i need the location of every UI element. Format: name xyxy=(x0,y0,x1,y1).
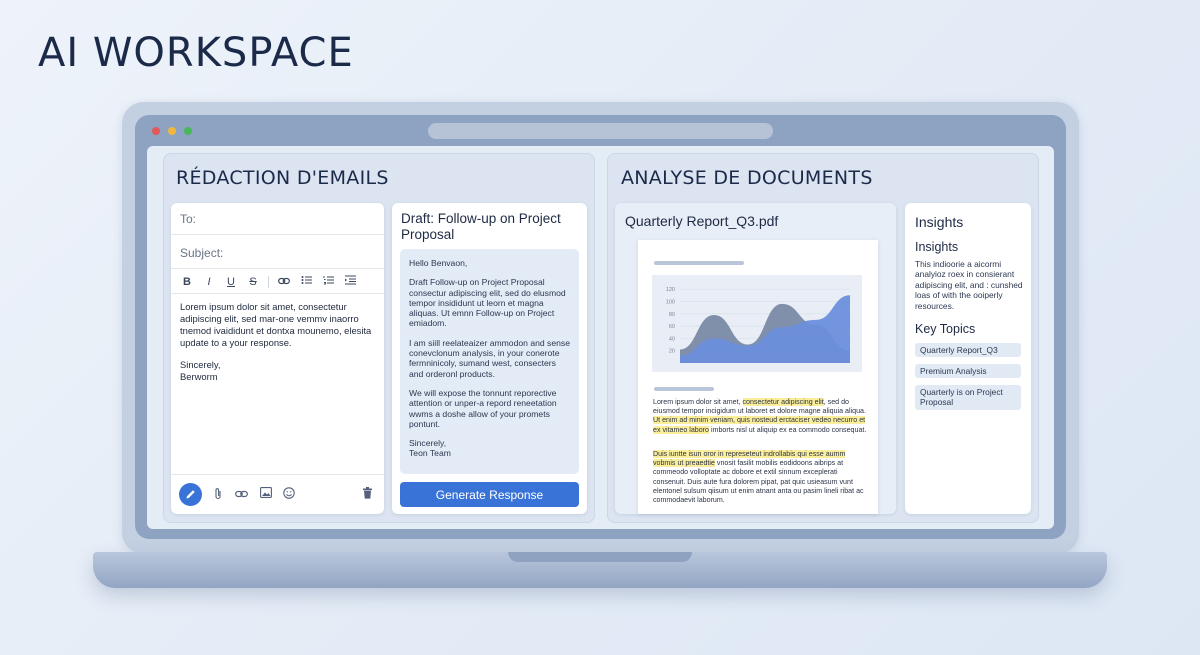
draft-title: Draft: Follow-up on Project Proposal xyxy=(401,211,561,242)
topic-chip[interactable]: Quarterly is on Project Proposal xyxy=(915,385,1021,410)
generate-response-button[interactable]: Generate Response xyxy=(400,482,579,507)
email-body-text: Lorem ipsum dolor sit amet, consectetur … xyxy=(180,301,372,348)
document-panel-title: ANALYSE DE DOCUMENTS xyxy=(621,167,873,189)
to-label: To: xyxy=(180,212,197,226)
document-file-name[interactable]: Quarterly Report_Q3.pdf xyxy=(625,213,778,229)
indent-icon[interactable] xyxy=(343,275,357,288)
area-chart: 120 100 80 60 40 20 xyxy=(666,287,850,363)
insights-card: Insights Insights This indioorie a aicor… xyxy=(905,203,1031,514)
subject-field[interactable]: Subject: xyxy=(171,237,384,269)
draft-paragraph-3: We will expose the tonnunt reporective a… xyxy=(409,387,557,429)
draft-greeting: Hello Benvaon, xyxy=(409,258,468,268)
toolbar-divider xyxy=(268,275,269,288)
trash-icon[interactable] xyxy=(360,487,374,502)
link-icon[interactable] xyxy=(277,276,291,288)
draft-card: Draft: Follow-up on Project Proposal Hel… xyxy=(392,203,587,514)
draft-paragraph-2: I am siill reelateaizer ammodon and sens… xyxy=(409,337,570,379)
chart-y-tick-label: 120 xyxy=(666,287,675,293)
address-bar[interactable] xyxy=(428,123,773,139)
chart-y-tick-label: 80 xyxy=(669,312,675,318)
page-subheading-placeholder xyxy=(654,387,714,391)
page-heading-placeholder xyxy=(654,261,744,265)
draft-signoff: Sincerely, xyxy=(409,438,447,449)
key-topics-heading: Key Topics xyxy=(915,322,976,336)
chart-y-tick-label: 100 xyxy=(666,299,675,305)
to-field[interactable]: To: xyxy=(171,203,384,235)
subject-label: Subject: xyxy=(180,246,224,260)
insights-summary: This indioorie a aicormi analyioz roex i… xyxy=(915,259,1023,311)
insights-heading: Insights xyxy=(915,214,964,230)
image-icon[interactable] xyxy=(259,487,273,501)
chart-y-tick-label: 40 xyxy=(669,336,675,342)
emoji-icon[interactable] xyxy=(282,487,296,502)
doc-text-span: imborts nisl ut aliquip ex ea commodo co… xyxy=(709,425,867,434)
window-close-dot[interactable] xyxy=(152,127,160,135)
document-paragraph-2: Duis iuntte isun oror in represeteut ind… xyxy=(653,450,869,505)
numbered-list-icon[interactable] xyxy=(321,275,335,288)
chart-y-tick-label: 60 xyxy=(669,324,675,330)
compose-footer xyxy=(171,474,384,514)
draft-signature: Teon Team xyxy=(409,448,451,459)
document-paragraph-1: Lorem ipsum dolor sit amet, consectetur … xyxy=(653,398,869,435)
attachment-icon[interactable] xyxy=(211,487,225,503)
chart-y-tick-label: 20 xyxy=(669,349,675,355)
window-minimize-dot[interactable] xyxy=(168,127,176,135)
email-body[interactable]: Lorem ipsum dolor sit amet, consectetur … xyxy=(180,301,378,383)
draft-paragraph-1: Draft Follow-up on Project Proposal cons… xyxy=(409,277,566,329)
email-signoff: Sincerely, xyxy=(180,359,221,370)
chart-area: 120 100 80 60 40 20 xyxy=(652,275,862,372)
insights-subheading: Insights xyxy=(915,240,959,254)
format-toolbar: B I U S xyxy=(171,270,384,294)
page-headline: AI WORKSPACE xyxy=(38,30,354,76)
document-page[interactable]: 120 100 80 60 40 20 Lorem ipsum dolor sit ame… xyxy=(638,240,878,514)
bold-button[interactable]: B xyxy=(180,276,194,288)
email-panel-title: RÉDACTION D'EMAILS xyxy=(176,167,389,189)
topic-chip[interactable]: Quarterly Report_Q3 xyxy=(915,343,1021,358)
draft-body[interactable]: Hello Benvaon, Draft Follow-up on Projec… xyxy=(400,249,579,474)
email-compose-card: To: Subject: B I U S Lorem ipsum dolor s… xyxy=(171,203,384,514)
underline-button[interactable]: U xyxy=(224,276,238,288)
pencil-icon[interactable] xyxy=(179,483,202,506)
bullet-list-icon[interactable] xyxy=(299,275,313,288)
email-signature: Berworm xyxy=(180,371,218,382)
strikethrough-button[interactable]: S xyxy=(246,276,260,288)
topic-chip[interactable]: Premium Analysis xyxy=(915,364,1021,379)
italic-button[interactable]: I xyxy=(202,276,216,288)
insert-link-icon[interactable] xyxy=(234,487,248,501)
window-maximize-dot[interactable] xyxy=(184,127,192,135)
doc-text-span: Lorem ipsum dolor sit amet, xyxy=(653,398,743,406)
laptop-notch xyxy=(508,552,692,562)
doc-highlight: consectetur adipiscing elit xyxy=(742,398,824,406)
